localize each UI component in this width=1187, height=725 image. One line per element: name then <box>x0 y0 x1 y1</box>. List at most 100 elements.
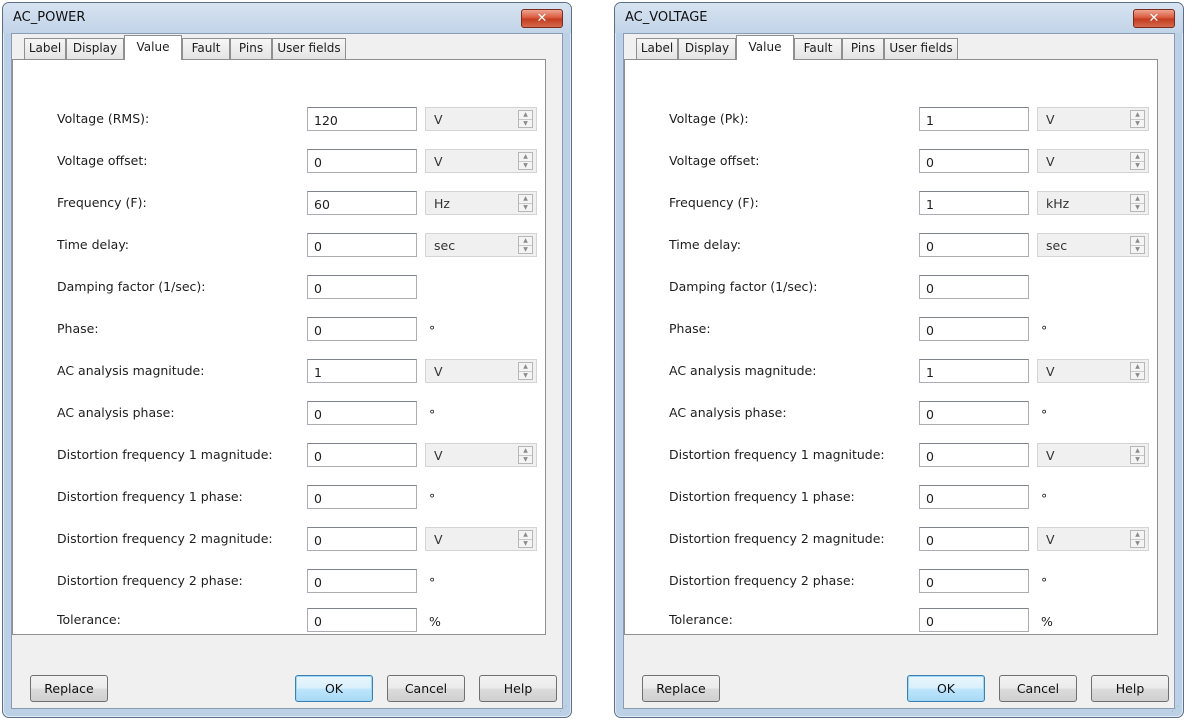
time-delay-unit-selector[interactable]: sec ▲ ▼ <box>425 233 537 257</box>
dist1-magnitude-unit-spinner[interactable]: ▲ ▼ <box>518 446 533 464</box>
time-delay-input[interactable]: 0 <box>919 233 1029 257</box>
voltage-offset-input[interactable]: 0 <box>307 149 417 173</box>
ac-magnitude-unit-selector[interactable]: V ▲ ▼ <box>1037 359 1149 383</box>
voltage-offset-unit-spinner[interactable]: ▲ ▼ <box>1130 152 1145 170</box>
spin-down-icon[interactable]: ▼ <box>1131 162 1144 170</box>
spin-up-icon[interactable]: ▲ <box>1131 237 1144 246</box>
tab-value[interactable]: Value <box>124 35 182 60</box>
dist1-phase-input[interactable]: 0 <box>307 485 417 509</box>
cancel-button[interactable]: Cancel <box>387 675 465 702</box>
voltage-offset-unit-selector[interactable]: V ▲ ▼ <box>1037 149 1149 173</box>
tab-label[interactable]: Label <box>24 38 66 59</box>
spin-up-icon[interactable]: ▲ <box>519 447 532 456</box>
dist2-magnitude-input[interactable]: 0 <box>307 527 417 551</box>
dist2-phase-input[interactable]: 0 <box>919 569 1029 593</box>
damping-input[interactable]: 0 <box>307 275 417 299</box>
resize-grip-icon[interactable]: ⋰ <box>1171 705 1181 715</box>
tab-pins[interactable]: Pins <box>842 38 884 59</box>
spin-down-icon[interactable]: ▼ <box>519 540 532 548</box>
tab-value[interactable]: Value <box>736 35 794 60</box>
voltage-offset-unit-selector[interactable]: V ▲ ▼ <box>425 149 537 173</box>
tab-user-fields[interactable]: User fields <box>884 38 958 59</box>
time-delay-unit-spinner[interactable]: ▲ ▼ <box>1130 236 1145 254</box>
dist1-magnitude-input[interactable]: 0 <box>919 443 1029 467</box>
voltage-input[interactable]: 120 <box>307 107 417 131</box>
ac-magnitude-unit-spinner[interactable]: ▲ ▼ <box>1130 362 1145 380</box>
voltage-unit-selector[interactable]: V ▲ ▼ <box>425 107 537 131</box>
spin-down-icon[interactable]: ▼ <box>519 162 532 170</box>
spin-down-icon[interactable]: ▼ <box>519 456 532 464</box>
dist1-phase-input[interactable]: 0 <box>919 485 1029 509</box>
time-delay-input[interactable]: 0 <box>307 233 417 257</box>
cancel-button[interactable]: Cancel <box>999 675 1077 702</box>
spin-up-icon[interactable]: ▲ <box>519 363 532 372</box>
frequency-input[interactable]: 60 <box>307 191 417 215</box>
voltage-input[interactable]: 1 <box>919 107 1029 131</box>
ac-magnitude-unit-selector[interactable]: V ▲ ▼ <box>425 359 537 383</box>
dist1-magnitude-unit-selector[interactable]: V ▲ ▼ <box>425 443 537 467</box>
ac-phase-input[interactable]: 0 <box>919 401 1029 425</box>
replace-button[interactable]: Replace <box>30 675 108 702</box>
tab-fault[interactable]: Fault <box>794 38 842 59</box>
dist2-phase-input[interactable]: 0 <box>307 569 417 593</box>
voltage-unit-selector[interactable]: V ▲ ▼ <box>1037 107 1149 131</box>
tab-pins[interactable]: Pins <box>230 38 272 59</box>
frequency-unit-selector[interactable]: kHz ▲ ▼ <box>1037 191 1149 215</box>
ac-magnitude-unit-spinner[interactable]: ▲ ▼ <box>518 362 533 380</box>
voltage-unit-spinner[interactable]: ▲ ▼ <box>518 110 533 128</box>
tolerance-input[interactable]: 0 <box>307 608 417 632</box>
ac-magnitude-input[interactable]: 1 <box>307 359 417 383</box>
time-delay-unit-selector[interactable]: sec ▲ ▼ <box>1037 233 1149 257</box>
spin-up-icon[interactable]: ▲ <box>519 237 532 246</box>
spin-up-icon[interactable]: ▲ <box>1131 111 1144 120</box>
spin-down-icon[interactable]: ▼ <box>519 120 532 128</box>
voltage-unit-spinner[interactable]: ▲ ▼ <box>1130 110 1145 128</box>
dist1-magnitude-unit-spinner[interactable]: ▲ ▼ <box>1130 446 1145 464</box>
frequency-input[interactable]: 1 <box>919 191 1029 215</box>
close-button[interactable]: ✕ <box>521 9 563 28</box>
voltage-offset-unit-spinner[interactable]: ▲ ▼ <box>518 152 533 170</box>
spin-down-icon[interactable]: ▼ <box>1131 120 1144 128</box>
dist2-magnitude-unit-selector[interactable]: V ▲ ▼ <box>425 527 537 551</box>
spin-down-icon[interactable]: ▼ <box>1131 540 1144 548</box>
help-button[interactable]: Help <box>1091 675 1169 702</box>
time-delay-unit-spinner[interactable]: ▲ ▼ <box>518 236 533 254</box>
tab-label[interactable]: Label <box>636 38 678 59</box>
dist1-magnitude-unit-selector[interactable]: V ▲ ▼ <box>1037 443 1149 467</box>
title-bar[interactable]: AC_VOLTAGE ✕ <box>615 3 1183 33</box>
tab-user-fields[interactable]: User fields <box>272 38 346 59</box>
spin-down-icon[interactable]: ▼ <box>1131 372 1144 380</box>
tab-fault[interactable]: Fault <box>182 38 230 59</box>
title-bar[interactable]: AC_POWER ✕ <box>3 3 571 33</box>
close-button[interactable]: ✕ <box>1133 9 1175 28</box>
spin-up-icon[interactable]: ▲ <box>519 195 532 204</box>
spin-down-icon[interactable]: ▼ <box>519 372 532 380</box>
spin-up-icon[interactable]: ▲ <box>519 111 532 120</box>
dist2-magnitude-unit-spinner[interactable]: ▲ ▼ <box>1130 530 1145 548</box>
ac-magnitude-input[interactable]: 1 <box>919 359 1029 383</box>
dist2-magnitude-input[interactable]: 0 <box>919 527 1029 551</box>
spin-down-icon[interactable]: ▼ <box>519 204 532 212</box>
phase-input[interactable]: 0 <box>307 317 417 341</box>
damping-input[interactable]: 0 <box>919 275 1029 299</box>
phase-input[interactable]: 0 <box>919 317 1029 341</box>
spin-up-icon[interactable]: ▲ <box>1131 153 1144 162</box>
frequency-unit-spinner[interactable]: ▲ ▼ <box>1130 194 1145 212</box>
spin-down-icon[interactable]: ▼ <box>1131 204 1144 212</box>
ac-phase-input[interactable]: 0 <box>307 401 417 425</box>
replace-button[interactable]: Replace <box>642 675 720 702</box>
spin-up-icon[interactable]: ▲ <box>519 153 532 162</box>
tab-display[interactable]: Display <box>678 38 736 59</box>
tab-display[interactable]: Display <box>66 38 124 59</box>
dist2-magnitude-unit-spinner[interactable]: ▲ ▼ <box>518 530 533 548</box>
help-button[interactable]: Help <box>479 675 557 702</box>
dist2-magnitude-unit-selector[interactable]: V ▲ ▼ <box>1037 527 1149 551</box>
tolerance-input[interactable]: 0 <box>919 608 1029 632</box>
dist1-magnitude-input[interactable]: 0 <box>307 443 417 467</box>
ok-button[interactable]: OK <box>295 675 373 702</box>
spin-up-icon[interactable]: ▲ <box>519 531 532 540</box>
frequency-unit-spinner[interactable]: ▲ ▼ <box>518 194 533 212</box>
resize-grip-icon[interactable]: ⋰ <box>559 705 569 715</box>
spin-up-icon[interactable]: ▲ <box>1131 531 1144 540</box>
frequency-unit-selector[interactable]: Hz ▲ ▼ <box>425 191 537 215</box>
